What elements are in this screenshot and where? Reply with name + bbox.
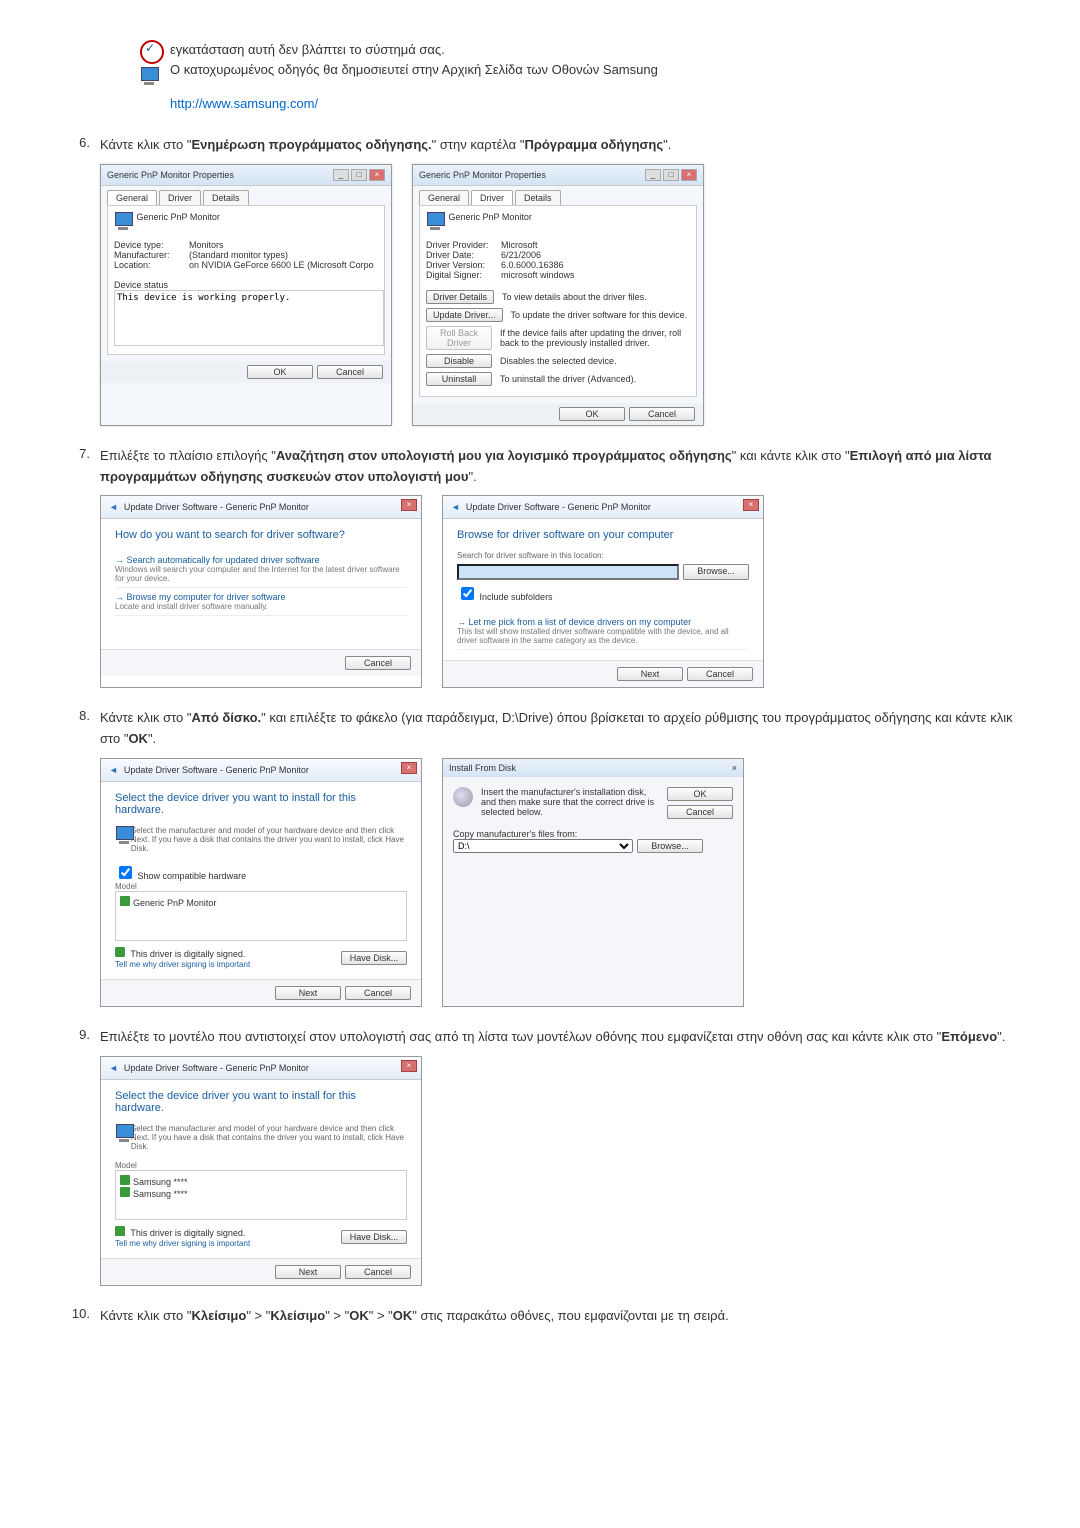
cancel-button[interactable]: Cancel [667,805,733,819]
location-input[interactable] [457,564,679,580]
signing-info-link[interactable]: Tell me why driver signing is important [115,960,250,969]
list-item[interactable]: Samsung **** [120,1175,402,1187]
close-icon[interactable]: × [401,1060,417,1072]
ok-button[interactable]: OK [247,365,313,379]
tab-details[interactable]: Details [203,190,249,205]
list-item[interactable]: Generic PnP Monitor [120,896,402,908]
driver-details-button[interactable]: Driver Details [426,290,494,304]
intro-text: εγκατάσταση αυτή δεν βλάπτει το σύστημά … [170,40,1020,79]
step-7-text: Επιλέξτε το πλαίσιο επιλογής "Αναζήτηση … [100,446,1020,488]
update-wizard-browse: ◄ Update Driver Software - Generic PnP M… [442,495,764,688]
update-wizard-select: ◄ Update Driver Software - Generic PnP M… [100,758,422,1007]
disable-button[interactable]: Disable [426,354,492,368]
dialog-title: Generic PnP Monitor Properties [107,170,234,180]
ok-button[interactable]: OK [667,787,733,801]
tab-general[interactable]: General [419,190,469,205]
drive-combo[interactable]: D:\ [453,839,633,853]
step-10-text: Κάντε κλικ στο "Κλείσιμο" > "Κλείσιμο" >… [100,1306,1020,1327]
monitor-icon [140,67,160,85]
shield-icon [115,947,125,957]
ok-button[interactable]: OK [559,407,625,421]
include-subfolders-checkbox[interactable]: Include subfolders [457,592,553,602]
check-icon [140,40,164,64]
close-icon: × [369,169,385,181]
shield-icon [120,1175,130,1185]
close-icon: × [732,763,737,773]
next-button[interactable]: Next [275,1265,341,1279]
opt-auto-search[interactable]: → Search automatically for updated drive… [115,551,407,588]
disk-icon [453,787,473,807]
step-9-text: Επιλέξτε το μοντέλο που αντιστοιχεί στον… [100,1027,1020,1048]
have-disk-button[interactable]: Have Disk... [341,951,407,965]
step-6-num: 6. [60,135,100,150]
cancel-button[interactable]: Cancel [345,656,411,670]
rollback-button: Roll Back Driver [426,326,492,350]
tab-details[interactable]: Details [515,190,561,205]
breadcrumb: Update Driver Software - Generic PnP Mon… [124,502,309,512]
samsung-link[interactable]: http://www.samsung.com/ [60,96,1020,111]
update-wizard-select-model: ◄ Update Driver Software - Generic PnP M… [100,1056,422,1286]
back-icon[interactable]: ◄ [451,502,460,512]
monitor-icon [426,212,446,230]
step-9-num: 9. [60,1027,100,1042]
browse-button[interactable]: Browse... [637,839,703,853]
tab-driver[interactable]: Driver [471,190,513,205]
cancel-button[interactable]: Cancel [317,365,383,379]
model-list[interactable]: Samsung **** Samsung **** [115,1170,407,1220]
back-icon[interactable]: ◄ [109,502,118,512]
step-8-text: Κάντε κλικ στο "Από δίσκο." και επιλέξτε… [100,708,1020,750]
back-icon[interactable]: ◄ [109,765,118,775]
dialog-title: Install From Disk [449,763,516,773]
tab-general[interactable]: General [107,190,157,205]
back-icon[interactable]: ◄ [109,1063,118,1073]
step-6-text: Κάντε κλικ στο "Ενημέρωση προγράμματος ο… [100,135,1020,156]
max-icon: □ [351,169,367,181]
step-10-num: 10. [60,1306,100,1321]
min-icon: _ [333,169,349,181]
monitor-icon [114,212,134,230]
next-button[interactable]: Next [275,986,341,1000]
tab-driver[interactable]: Driver [159,190,201,205]
max-icon: □ [663,169,679,181]
monitor-icon [115,826,125,844]
signing-info-link[interactable]: Tell me why driver signing is important [115,1239,250,1248]
dialog-title: Generic PnP Monitor Properties [419,170,546,180]
browse-button[interactable]: Browse... [683,564,749,580]
have-disk-button[interactable]: Have Disk... [341,1230,407,1244]
shield-icon [115,1226,125,1236]
breadcrumb: Update Driver Software - Generic PnP Mon… [466,502,651,512]
cancel-button[interactable]: Cancel [345,986,411,1000]
update-wizard-search: ◄ Update Driver Software - Generic PnP M… [100,495,422,688]
step-8-num: 8. [60,708,100,723]
opt-browse-computer[interactable]: → Browse my computer for driver software… [115,588,407,616]
shield-icon [120,896,130,906]
model-list[interactable]: Generic PnP Monitor [115,891,407,941]
close-icon: × [681,169,697,181]
opt-pick-list[interactable]: → Let me pick from a list of device driv… [457,613,749,650]
close-icon[interactable]: × [743,499,759,511]
breadcrumb: Update Driver Software - Generic PnP Mon… [124,1063,309,1073]
uninstall-button[interactable]: Uninstall [426,372,492,386]
show-compatible-checkbox[interactable]: Show compatible hardware [115,871,246,881]
shield-icon [120,1187,130,1197]
cancel-button[interactable]: Cancel [345,1265,411,1279]
next-button[interactable]: Next [617,667,683,681]
cancel-button[interactable]: Cancel [687,667,753,681]
install-from-disk-dialog: Install From Disk × Insert the manufactu… [442,758,744,1007]
breadcrumb: Update Driver Software - Generic PnP Mon… [124,765,309,775]
device-status: This device is working properly. [114,290,384,346]
min-icon: _ [645,169,661,181]
properties-dialog-general: Generic PnP Monitor Properties _□× Gener… [100,164,392,426]
close-icon[interactable]: × [401,762,417,774]
close-icon[interactable]: × [401,499,417,511]
cancel-button[interactable]: Cancel [629,407,695,421]
list-item[interactable]: Samsung **** [120,1187,402,1199]
monitor-icon [115,1124,125,1142]
update-driver-button[interactable]: Update Driver... [426,308,503,322]
properties-dialog-driver: Generic PnP Monitor Properties _□× Gener… [412,164,704,426]
step-7-num: 7. [60,446,100,461]
